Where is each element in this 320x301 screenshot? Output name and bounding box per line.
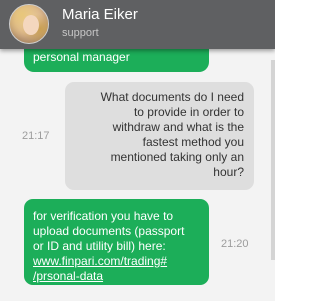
message-line: withdraw and what is the xyxy=(112,120,244,134)
chat-window: personal manager What documents do I nee… xyxy=(0,0,275,301)
message-line: hour? xyxy=(213,165,244,179)
message-line: upload documents (passport xyxy=(33,224,185,238)
message-line: for verification you have to xyxy=(33,209,174,223)
message-timestamp: 21:20 xyxy=(221,238,249,250)
agent-name: Maria Eiker xyxy=(62,6,138,23)
avatar-face xyxy=(23,15,39,35)
link-line[interactable]: www.finpari.com/trading# xyxy=(33,254,200,269)
agent-role: support xyxy=(62,27,99,39)
message-line: fastest method you xyxy=(142,135,244,149)
user-message: What documents do I need to provide in o… xyxy=(65,82,254,190)
avatar xyxy=(9,4,49,44)
agent-message: for verification you have to upload docu… xyxy=(24,199,209,285)
message-text: personal manager xyxy=(33,50,130,64)
link-line[interactable]: /prsonal-data xyxy=(33,269,200,284)
scrollbar[interactable] xyxy=(271,60,275,260)
chat-header: Maria Eiker support xyxy=(0,0,275,49)
message-line: What documents do I need xyxy=(100,90,244,104)
message-line: mentioned taking only an xyxy=(110,150,244,164)
message-line: or ID and utility bill) here: xyxy=(33,239,166,253)
message-timestamp: 21:17 xyxy=(22,130,50,142)
verification-link[interactable]: www.finpari.com/trading# /prsonal-data xyxy=(33,254,200,284)
message-line: to provide in order to xyxy=(133,105,244,119)
